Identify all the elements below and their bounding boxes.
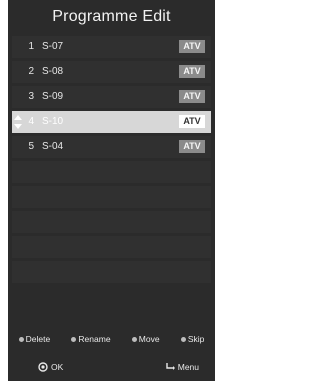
channel-name: S-09 xyxy=(42,91,64,102)
channel-name: S-04 xyxy=(42,141,64,152)
channel-type-badge: ATV xyxy=(179,115,205,128)
page-title: Programme Edit xyxy=(52,8,171,25)
channel-row-5[interactable]: 5 S-04 ATV xyxy=(12,136,211,158)
hint-move[interactable]: Move xyxy=(131,334,160,344)
ok-hint[interactable]: OK xyxy=(38,362,63,372)
channel-type-badge: ATV xyxy=(179,90,205,103)
channel-name: S-10 xyxy=(42,116,64,127)
menu-return-icon xyxy=(166,363,175,370)
action-hints: Delete Rename Move Skip xyxy=(8,334,215,344)
up-down-arrows-icon xyxy=(14,115,22,129)
channel-number: 3 xyxy=(28,91,34,102)
channel-name: S-07 xyxy=(42,41,64,52)
empty-row xyxy=(12,161,211,183)
empty-row xyxy=(12,186,211,208)
channel-row-4-selected[interactable]: 4 S-10 ATV xyxy=(12,111,211,133)
footer-bottom: OK Menu xyxy=(8,362,215,376)
channel-type-badge: ATV xyxy=(179,65,205,78)
channel-number: 2 xyxy=(28,66,34,77)
channel-list: 1 S-07 ATV 2 S-08 ATV 3 S-09 ATV 4 S-10 xyxy=(12,36,211,286)
channel-number: 4 xyxy=(28,116,34,127)
footer-hints: Delete Rename Move Skip OK Menu xyxy=(8,326,215,381)
channel-row-2[interactable]: 2 S-08 ATV xyxy=(12,61,211,83)
channel-name: S-08 xyxy=(42,66,64,77)
color-dot-icon xyxy=(131,336,137,342)
menu-hint[interactable]: Menu xyxy=(165,362,199,372)
channel-number: 1 xyxy=(28,41,34,52)
empty-row xyxy=(12,236,211,258)
empty-row xyxy=(12,261,211,283)
channel-row-1[interactable]: 1 S-07 ATV xyxy=(12,36,211,58)
hint-skip[interactable]: Skip xyxy=(180,334,204,344)
channel-row-3[interactable]: 3 S-09 ATV xyxy=(12,86,211,108)
color-dot-icon xyxy=(18,336,24,342)
empty-row xyxy=(12,211,211,233)
programme-edit-panel: Programme Edit 1 S-07 ATV 2 S-08 ATV 3 S… xyxy=(8,0,215,381)
color-dot-icon xyxy=(71,336,77,342)
color-dot-icon xyxy=(180,336,186,342)
hint-rename[interactable]: Rename xyxy=(71,334,111,344)
channel-type-badge: ATV xyxy=(179,40,205,53)
channel-number: 5 xyxy=(28,141,34,152)
hint-delete[interactable]: Delete xyxy=(18,334,50,344)
channel-type-badge: ATV xyxy=(179,140,205,153)
ok-circle-icon xyxy=(38,362,48,372)
